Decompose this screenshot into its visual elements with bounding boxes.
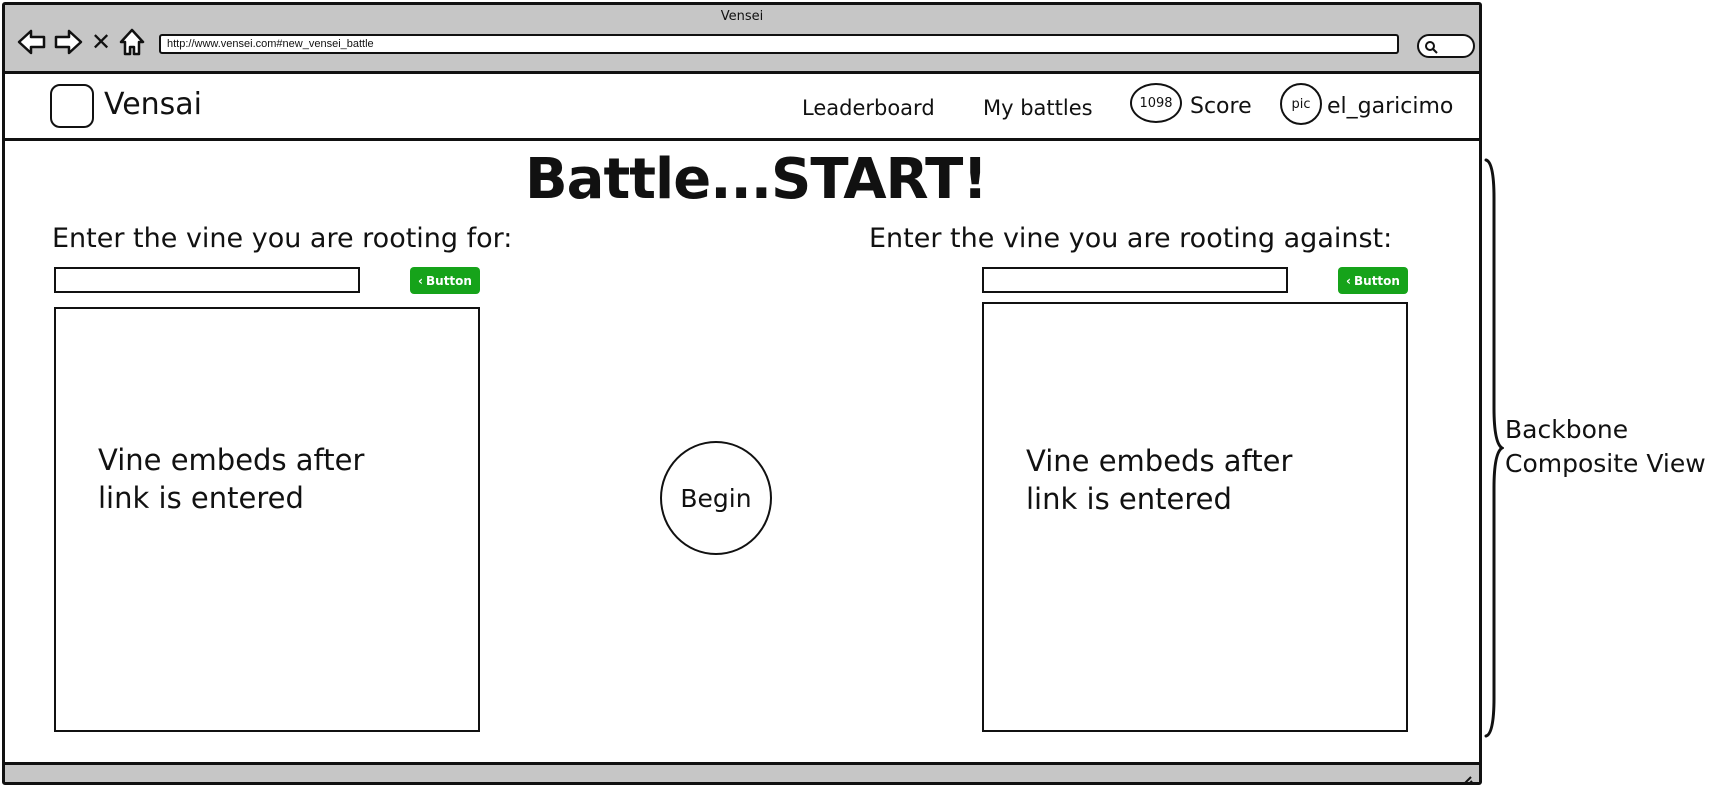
nav-link-leaderboard[interactable]: Leaderboard bbox=[802, 96, 935, 120]
browser-window: Vensei ✕ http://www.vensei.com#new_vense… bbox=[2, 2, 1482, 785]
home-icon[interactable] bbox=[119, 28, 145, 56]
search-icon bbox=[1425, 41, 1438, 54]
annotation-brace bbox=[1484, 158, 1504, 738]
page-title: Battle...START! bbox=[525, 147, 988, 212]
address-bar[interactable]: http://www.vensei.com#new_vensei_battle bbox=[159, 34, 1399, 54]
resize-grip-icon[interactable] bbox=[1459, 775, 1473, 785]
vine-embed-right: Vine embeds after link is entered bbox=[982, 302, 1408, 732]
logo-icon[interactable] bbox=[50, 84, 94, 128]
embed-placeholder-text: Vine embeds after link is entered bbox=[1026, 444, 1293, 516]
button-label: Button bbox=[1354, 273, 1400, 288]
browser-nav-controls: ✕ bbox=[17, 27, 145, 57]
rooting-for-prompt: Enter the vine you are rooting for: bbox=[52, 223, 513, 254]
stop-icon[interactable]: ✕ bbox=[91, 30, 111, 54]
rooting-for-input[interactable] bbox=[54, 267, 360, 293]
score-label: Score bbox=[1190, 94, 1252, 119]
forward-arrow-icon[interactable] bbox=[53, 28, 83, 56]
vine-embed-left: Vine embeds after link is entered bbox=[54, 307, 480, 732]
chevron-left-icon: ‹ bbox=[1346, 273, 1351, 288]
embed-placeholder-text: Vine embeds after link is entered bbox=[98, 443, 365, 515]
button-label: Button bbox=[426, 273, 472, 288]
begin-button[interactable]: Begin bbox=[660, 441, 772, 555]
score-badge: 1098 bbox=[1130, 83, 1182, 123]
avatar[interactable]: pic bbox=[1280, 83, 1322, 125]
browser-search-field[interactable] bbox=[1417, 34, 1475, 58]
rooting-for-submit-button[interactable]: ‹ Button bbox=[410, 267, 480, 294]
rooting-against-prompt: Enter the vine you are rooting against: bbox=[869, 223, 1393, 254]
browser-chrome: Vensei ✕ http://www.vensei.com#new_vense… bbox=[5, 5, 1479, 74]
app-navbar: Vensai Leaderboard My battles 1098 Score… bbox=[5, 74, 1479, 141]
browser-statusbar bbox=[5, 762, 1479, 785]
username[interactable]: el_garicimo bbox=[1327, 94, 1453, 119]
annotation-label: Backbone Composite View bbox=[1505, 415, 1706, 478]
rooting-against-submit-button[interactable]: ‹ Button bbox=[1338, 267, 1408, 294]
brand-name[interactable]: Vensai bbox=[104, 87, 202, 122]
nav-link-my-battles[interactable]: My battles bbox=[983, 96, 1093, 120]
back-arrow-icon[interactable] bbox=[17, 28, 47, 56]
window-title: Vensei bbox=[720, 9, 764, 24]
chevron-left-icon: ‹ bbox=[418, 273, 423, 288]
rooting-against-input[interactable] bbox=[982, 267, 1288, 293]
